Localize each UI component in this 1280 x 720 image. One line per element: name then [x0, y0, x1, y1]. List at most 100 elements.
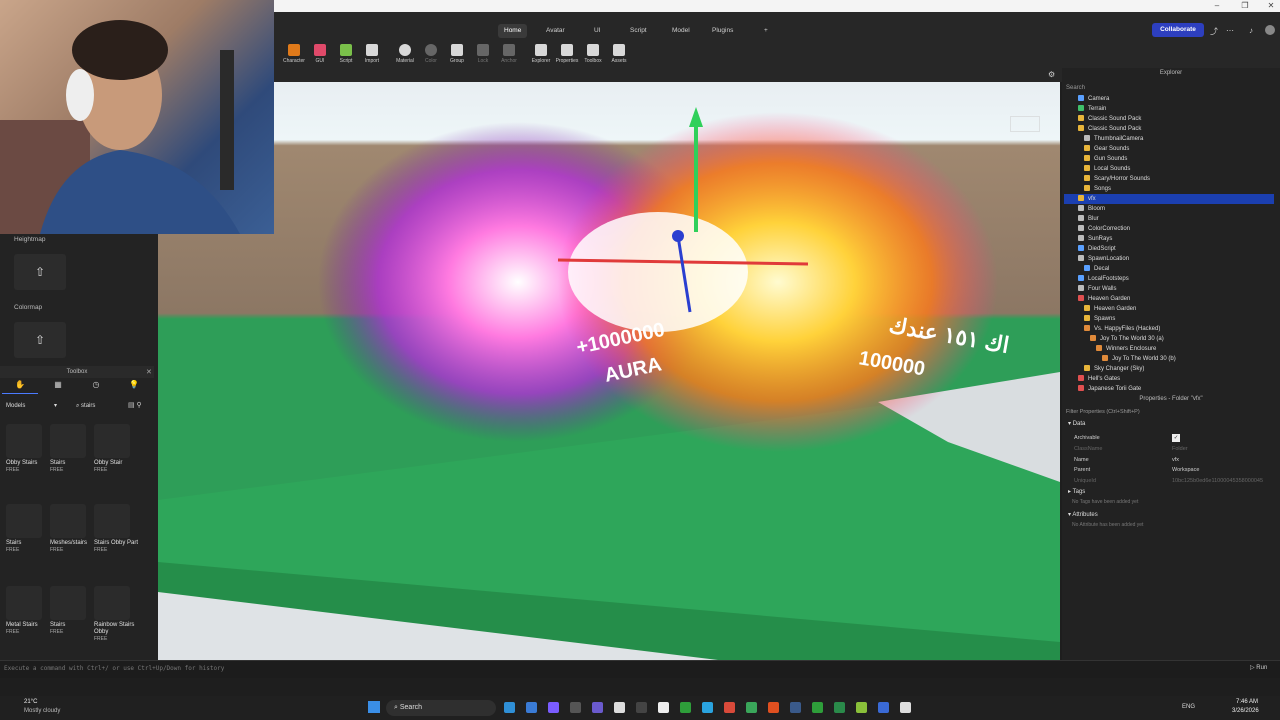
- toolbox-item[interactable]: Metal Stairs FREE: [6, 586, 50, 635]
- heightmap-upload-button[interactable]: ⇧: [14, 254, 66, 290]
- toolbox-item[interactable]: Obby Stairs FREE: [6, 424, 50, 473]
- app-icon[interactable]: [812, 702, 823, 713]
- section-data[interactable]: ▾ Data: [1068, 420, 1085, 427]
- anchor-tool[interactable]: Anchor: [496, 42, 522, 68]
- toolbox-search-input[interactable]: ⌕ stairs: [76, 400, 124, 412]
- toolbox-item[interactable]: Obby Stair FREE: [94, 424, 138, 473]
- character-tool[interactable]: Character: [281, 42, 307, 68]
- collaborate-button[interactable]: Collaborate: [1152, 23, 1204, 37]
- bell-icon[interactable]: ♪: [1249, 26, 1253, 35]
- close-icon[interactable]: ✕: [146, 368, 152, 376]
- category-dropdown[interactable]: Models ▾: [6, 400, 64, 412]
- clock-date[interactable]: 3/26/2026: [1232, 708, 1259, 714]
- xbox-icon[interactable]: [680, 702, 691, 713]
- share-icon[interactable]: ⤴: [1210, 26, 1218, 37]
- language-indicator[interactable]: ENG: [1182, 704, 1195, 710]
- tab-model[interactable]: Model: [666, 24, 696, 38]
- mail-icon[interactable]: [526, 702, 537, 713]
- telegram-icon[interactable]: [702, 702, 713, 713]
- gui-tool[interactable]: GUI: [307, 42, 333, 68]
- lock-tool[interactable]: Lock: [470, 42, 496, 68]
- tree-item[interactable]: Local Sounds: [1084, 164, 1274, 174]
- clock-time[interactable]: 7:46 AM: [1236, 699, 1258, 705]
- taskbar-search[interactable]: ⌕ Search: [386, 700, 496, 716]
- edge-icon[interactable]: [504, 702, 515, 713]
- view-cube[interactable]: [1010, 116, 1040, 132]
- steam-icon[interactable]: [790, 702, 801, 713]
- toolbox-item[interactable]: Stairs Obby Part FREE: [94, 504, 138, 553]
- app-icon[interactable]: [570, 702, 581, 713]
- tree-item[interactable]: Vs. HappyFiles (Hacked): [1084, 324, 1274, 334]
- more-icon[interactable]: ⋯: [1226, 26, 1234, 35]
- prop-name[interactable]: Name vfx: [1074, 455, 1274, 465]
- app-icon[interactable]: [636, 702, 647, 713]
- toolbox-item[interactable]: Stairs FREE: [50, 586, 94, 635]
- app-icon[interactable]: [746, 702, 757, 713]
- tree-item[interactable]: Classic Sound Pack: [1078, 114, 1274, 124]
- tab-avatar[interactable]: Avatar: [540, 24, 571, 38]
- properties-tool[interactable]: Properties: [554, 42, 580, 68]
- import-tool[interactable]: Import: [359, 42, 385, 68]
- tree-item[interactable]: Hell's Gates: [1078, 374, 1274, 384]
- tree-item[interactable]: Japanese Torii Gate: [1078, 384, 1274, 394]
- tree-item[interactable]: Sky Changer (Sky): [1084, 364, 1274, 374]
- toolbox-tab-models[interactable]: ✋: [2, 380, 38, 394]
- close-icon[interactable]: ✕: [1264, 0, 1278, 12]
- command-input[interactable]: Execute a command with Ctrl+/ or use Ctr…: [4, 665, 1004, 672]
- explorer-tool[interactable]: Explorer: [528, 42, 554, 68]
- tree-item[interactable]: ThumbnailCamera: [1084, 134, 1274, 144]
- group-tool[interactable]: Group: [444, 42, 470, 68]
- windows-start-icon[interactable]: [368, 701, 380, 713]
- assets-tool[interactable]: Assets: [606, 42, 632, 68]
- tree-item[interactable]: LocalFootsteps: [1078, 274, 1274, 284]
- tree-item[interactable]: DiedScript: [1078, 244, 1274, 254]
- toolbox-tab-grid[interactable]: ▦: [40, 380, 76, 394]
- prop-archivable[interactable]: Archivable ✓: [1074, 433, 1274, 443]
- app-icon[interactable]: [614, 702, 625, 713]
- viewport-3d[interactable]: +1000000 AURA اك ١٥١ عندك 100000: [158, 82, 1060, 660]
- minimize-icon[interactable]: –: [1210, 0, 1224, 12]
- section-tags[interactable]: ▸ Tags: [1068, 488, 1085, 495]
- toolbox-item[interactable]: Stairs FREE: [50, 424, 94, 473]
- app-icon[interactable]: [878, 702, 889, 713]
- tree-item[interactable]: Four Walls: [1078, 284, 1274, 294]
- maximize-icon[interactable]: ❐: [1238, 0, 1252, 12]
- tree-item-selected[interactable]: vfx: [1064, 194, 1274, 204]
- tree-item[interactable]: SunRays: [1078, 234, 1274, 244]
- tree-item[interactable]: ColorCorrection: [1078, 224, 1274, 234]
- script-tool[interactable]: Script: [333, 42, 359, 68]
- tree-item[interactable]: Terrain: [1078, 104, 1274, 114]
- gear-icon[interactable]: ⚙: [1048, 70, 1055, 79]
- toolbox-tab-recent[interactable]: ◷: [78, 380, 114, 394]
- roblox-studio-icon[interactable]: [900, 702, 911, 713]
- app-icon[interactable]: [856, 702, 867, 713]
- tree-item[interactable]: Gear Sounds: [1084, 144, 1274, 154]
- tree-item[interactable]: Bloom: [1078, 204, 1274, 214]
- material-tool[interactable]: Material: [392, 42, 418, 68]
- tree-item[interactable]: Blur: [1078, 214, 1274, 224]
- tree-item[interactable]: Gun Sounds: [1084, 154, 1274, 164]
- tree-item[interactable]: Decal: [1084, 264, 1274, 274]
- weather-temp[interactable]: 21°C: [24, 699, 37, 705]
- tab-ui[interactable]: UI: [588, 24, 607, 38]
- tab-plugins[interactable]: Plugins: [706, 24, 739, 38]
- app-icon[interactable]: [834, 702, 845, 713]
- avatar[interactable]: [1265, 25, 1275, 35]
- properties-filter-input[interactable]: Filter Properties (Ctrl+Shift+P): [1066, 407, 1272, 417]
- run-button[interactable]: ▷ Run: [1250, 664, 1267, 671]
- tree-item[interactable]: Joy To The World 30 (a): [1090, 334, 1274, 344]
- explorer-search-input[interactable]: Search: [1066, 83, 1272, 93]
- toolbox-tool[interactable]: Toolbox: [580, 42, 606, 68]
- app-icon[interactable]: [548, 702, 559, 713]
- colormap-upload-button[interactable]: ⇧: [14, 322, 66, 358]
- tree-item[interactable]: SpawnLocation: [1078, 254, 1274, 264]
- discord-icon[interactable]: [592, 702, 603, 713]
- section-attributes[interactable]: ▾ Attributes: [1068, 511, 1098, 518]
- tree-item[interactable]: Joy To The World 30 (b): [1102, 354, 1274, 364]
- archivable-checkbox[interactable]: ✓: [1172, 434, 1180, 442]
- app-icon[interactable]: [658, 702, 669, 713]
- toolbox-tab-creations[interactable]: 💡: [116, 380, 152, 394]
- tree-item[interactable]: Scary/Horror Sounds: [1084, 174, 1274, 184]
- tree-item[interactable]: Spawns: [1084, 314, 1274, 324]
- filter-icon[interactable]: ▤ ⚲: [128, 401, 142, 409]
